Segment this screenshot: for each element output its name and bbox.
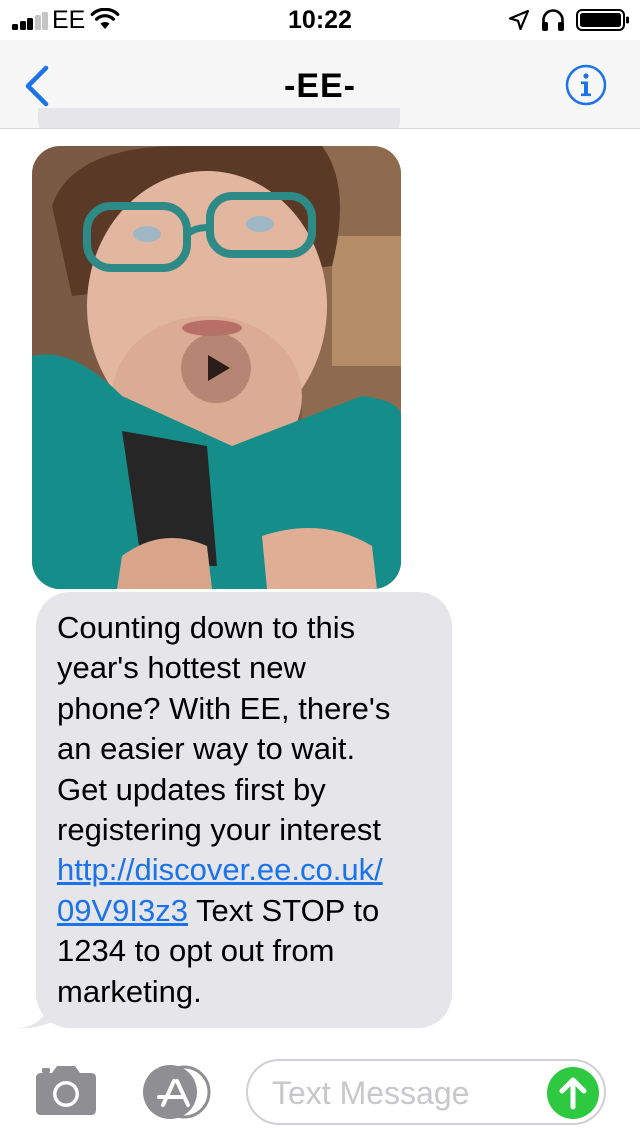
app-store-icon (143, 1065, 211, 1119)
play-icon (208, 355, 230, 381)
camera-icon (36, 1066, 96, 1115)
message-line: registering your interest (57, 812, 381, 848)
video-message[interactable] (32, 146, 401, 589)
info-button[interactable] (565, 64, 607, 106)
message-line: an easier way to wait. (57, 731, 356, 767)
message-line: phone? With EE, there's (57, 690, 391, 726)
message-line: Counting down to this (57, 610, 356, 645)
message-line: Get updates first by (57, 771, 326, 807)
message-input[interactable] (272, 1073, 532, 1113)
message-line: year's hottest new (57, 650, 306, 686)
message-line: marketing. (57, 973, 202, 1009)
message-line: 09V9I3z3 Text STOP to (57, 891, 447, 931)
message-line: 1234 to opt out from (57, 933, 335, 969)
location-arrow-icon (508, 9, 530, 31)
previous-message-bubble (38, 108, 400, 128)
navigation-bar: -EE- (0, 40, 640, 129)
conversation-title: -EE- (284, 67, 356, 105)
message-text-after-link: Text STOP to (188, 892, 380, 928)
send-arrow-icon (559, 1077, 587, 1110)
message-input-field[interactable] (246, 1059, 606, 1125)
app-store-button[interactable] (140, 1064, 214, 1120)
message-line: http://discover.ee.co.uk/ (57, 850, 447, 890)
status-bar: EE 10:22 (0, 0, 640, 40)
message-text: Counting down to this year's hottest new… (57, 608, 447, 1012)
message-link[interactable]: http://discover.ee.co.uk/ (57, 852, 383, 887)
headphones-icon (542, 9, 564, 31)
send-button[interactable] (547, 1067, 599, 1119)
message-link-continued[interactable]: 09V9I3z3 (57, 893, 188, 928)
info-icon (565, 64, 607, 106)
camera-button[interactable] (32, 1064, 100, 1118)
battery-icon (576, 9, 629, 31)
play-button[interactable] (181, 333, 251, 403)
